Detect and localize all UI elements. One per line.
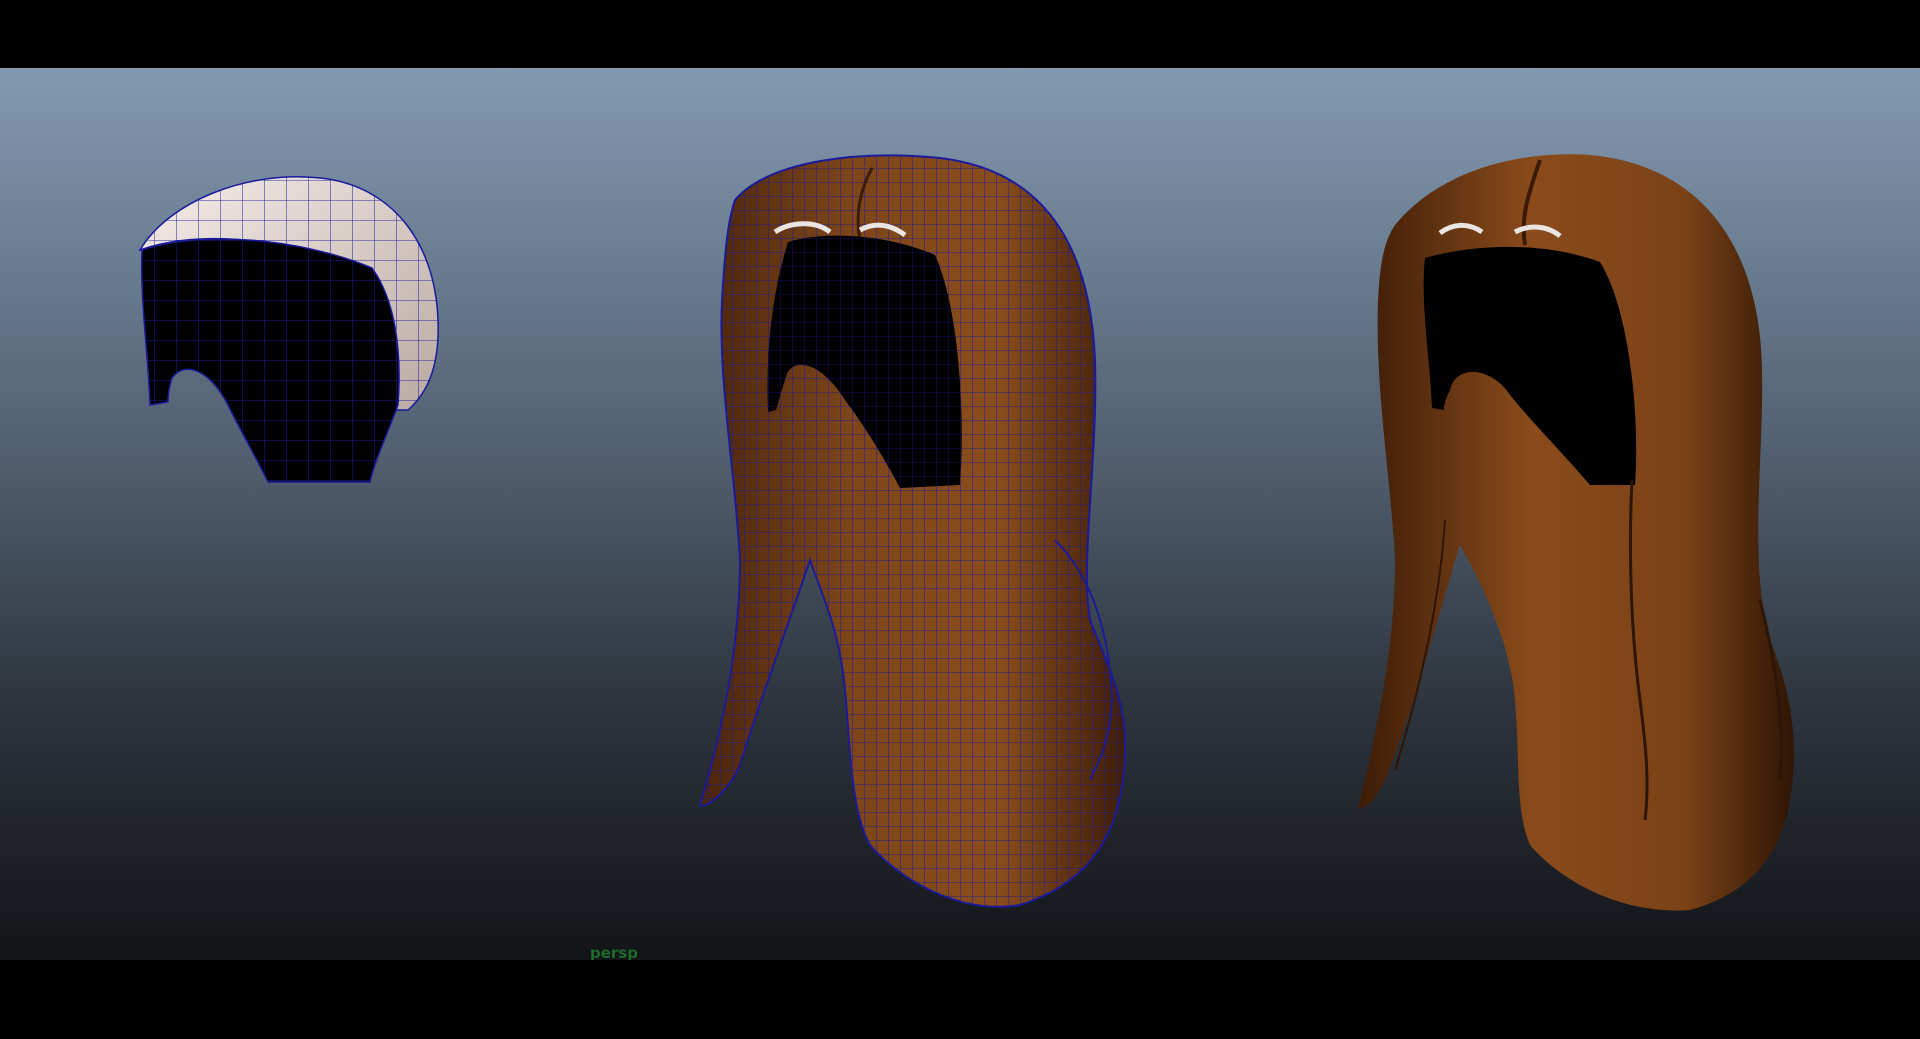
- letterbox-bottom: [0, 960, 1920, 1039]
- viewport-panel[interactable]: persp persp: [0, 68, 1920, 960]
- hair-model-wireframe[interactable]: [698, 154, 1127, 908]
- cap-model-wireframe[interactable]: [138, 176, 439, 483]
- letterbox-top: [0, 0, 1920, 68]
- scene-canvas[interactable]: persp persp: [0, 68, 1920, 960]
- hair-model-shaded[interactable]: [1358, 154, 1794, 911]
- viewport-label-right: persp: [590, 944, 638, 960]
